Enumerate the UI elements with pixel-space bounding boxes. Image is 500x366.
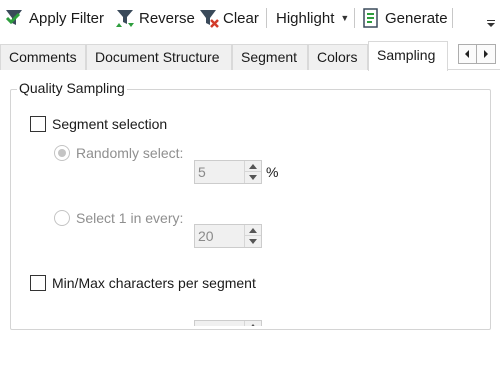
tab-comments[interactable]: Comments [0,44,86,70]
arrow-up-icon [249,164,257,169]
arrow-right-icon [484,50,488,58]
toolbar-overflow-button[interactable] [484,6,498,30]
highlight-dropdown[interactable]: Highlight ▼ [276,6,349,30]
tab-segment[interactable]: Segment [232,44,308,70]
percent-unit: % [266,164,279,180]
funnel-clear-icon [198,7,220,29]
document-generate-icon [360,7,382,29]
select-one-in-value: 20 [198,228,214,244]
arrow-left-icon [465,50,469,58]
clear-button[interactable]: Clear [198,6,259,30]
generate-button[interactable]: Generate [360,6,448,30]
random-percent-value: 5 [198,164,206,180]
reverse-button[interactable]: Reverse [114,6,195,30]
increment-button[interactable] [245,161,261,172]
random-percent-stepper[interactable]: 5 [194,160,262,184]
funnel-check-icon [4,7,26,29]
random-select-label: Randomly select: [76,145,184,161]
generate-label: Generate [385,9,448,27]
arrow-down-icon [249,239,257,244]
increment-button[interactable] [245,225,261,236]
arrow-up-icon [249,324,257,326]
apply-filter-label: Apply Filter [29,9,105,27]
toolbar-separator [266,8,267,28]
dropdown-caret-icon: ▼ [340,13,350,23]
minmax-label: Min/Max characters per segment [52,275,256,291]
random-select-radio[interactable] [54,145,70,161]
clear-label: Clear [223,9,259,27]
decrement-button[interactable] [245,172,261,183]
tab-sampling[interactable]: Sampling [368,41,448,71]
tab-colors[interactable]: Colors [308,44,368,70]
arrow-up-icon [249,228,257,233]
minmax-stepper[interactable] [194,320,262,326]
toolbar-overflow-icon [487,20,495,27]
stepper-buttons [244,161,261,183]
funnel-reverse-icon [114,7,136,29]
segment-selection-checkbox[interactable] [30,116,46,132]
stepper-buttons [244,321,261,326]
group-title: Quality Sampling [17,80,127,96]
select-one-in-label: Select 1 in every: [76,210,184,226]
tab-document-structure[interactable]: Document Structure [86,44,232,70]
select-one-in-radio[interactable] [54,210,70,226]
toolbar-separator [452,8,453,28]
reverse-label: Reverse [139,9,195,27]
tab-scroll-buttons [458,44,496,64]
apply-filter-button[interactable]: Apply Filter [4,6,104,30]
stepper-buttons [244,225,261,247]
highlight-label: Highlight [276,9,335,27]
minmax-stepper-clipped [194,320,262,326]
segment-selection-label: Segment selection [52,116,168,132]
minmax-checkbox[interactable] [30,275,46,291]
tab-scroll-right-button[interactable] [477,44,496,64]
arrow-down-icon [249,175,257,180]
toolbar: Apply Filter Reverse Clear Highlight ▼ G… [0,0,500,36]
tab-strip: Comments Document Structure Segment Colo… [0,40,500,71]
tab-scroll-left-button[interactable] [458,44,477,64]
select-one-in-stepper[interactable]: 20 [194,224,262,248]
decrement-button[interactable] [245,236,261,247]
toolbar-separator [354,8,355,28]
sampling-panel: Quality Sampling Segment selection Rando… [0,70,500,366]
